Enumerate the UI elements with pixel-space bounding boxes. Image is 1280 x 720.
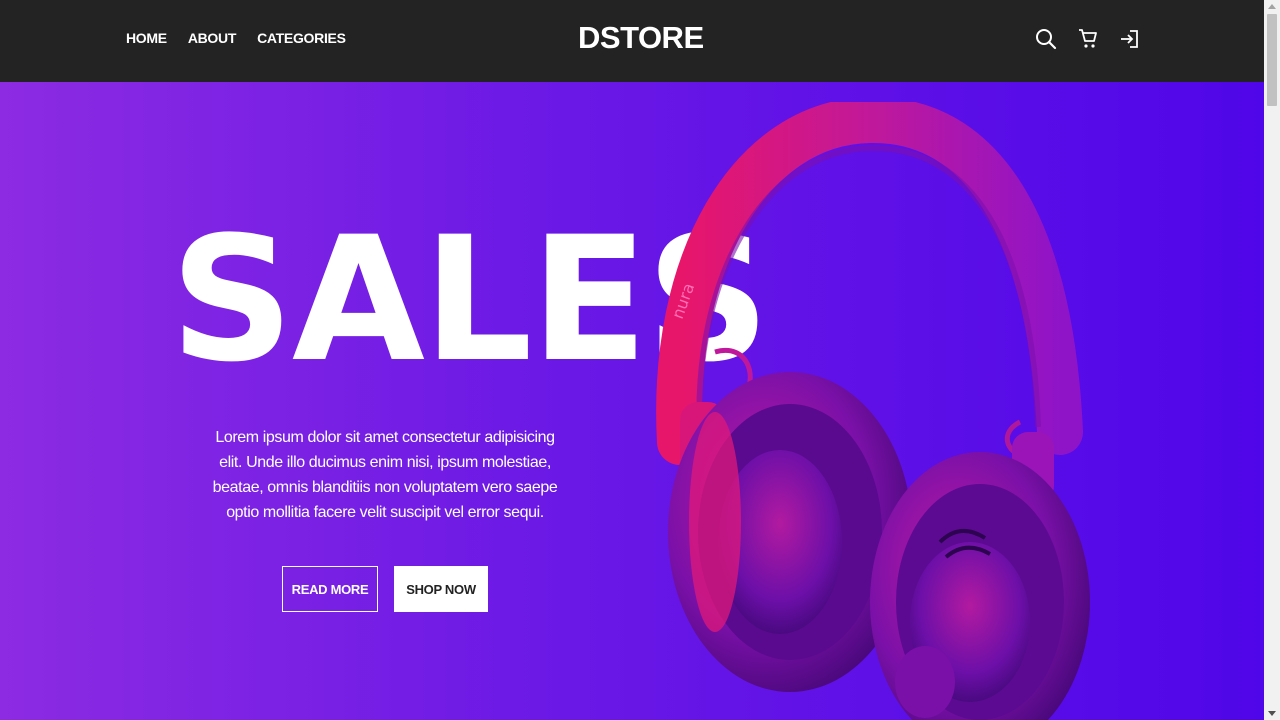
scroll-thumb[interactable] <box>1267 14 1277 106</box>
nav-links: HOME ABOUT CATEGORIES <box>126 30 346 46</box>
search-icon[interactable] <box>1034 26 1058 52</box>
scroll-up-arrow-icon[interactable] <box>1268 4 1276 9</box>
login-icon[interactable] <box>1118 26 1142 52</box>
nav-icons <box>1034 26 1142 52</box>
hero-title: SALES <box>170 199 770 400</box>
shop-now-button[interactable]: SHOP NOW <box>394 566 488 612</box>
nav-link-about[interactable]: ABOUT <box>188 30 237 46</box>
scrollbar[interactable] <box>1264 0 1280 720</box>
nav-link-categories[interactable]: CATEGORIES <box>257 30 346 46</box>
hero-banner: SALES Lorem ipsum dolor sit amet consect… <box>0 82 1264 720</box>
brand-logo[interactable]: DSTORE <box>578 20 704 56</box>
read-more-button[interactable]: READ MORE <box>282 566 378 612</box>
nav-link-home[interactable]: HOME <box>126 30 167 46</box>
scroll-down-arrow-icon[interactable] <box>1268 711 1276 716</box>
headphones-image: nura <box>656 102 1090 720</box>
navbar: HOME ABOUT CATEGORIES DSTORE <box>0 0 1264 82</box>
cart-icon[interactable] <box>1076 26 1100 52</box>
hero-description: Lorem ipsum dolor sit amet consectetur a… <box>212 429 558 521</box>
